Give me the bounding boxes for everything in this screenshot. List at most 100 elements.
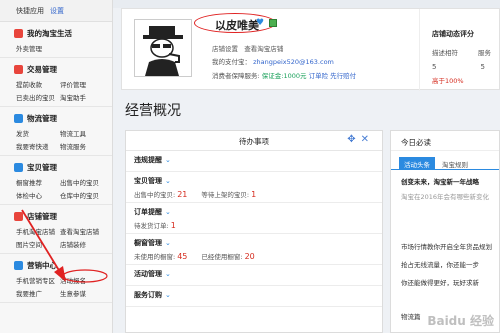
chevron-down-icon[interactable]: ⌄ — [165, 156, 171, 164]
todo-section-title: 宝贝管理 — [134, 177, 162, 185]
sidebar-item[interactable]: 已卖出的宝贝 — [16, 92, 60, 102]
sidebar-section: 营销中心手机营销专区 活动报名 我要推广 生意参谋 — [0, 254, 112, 303]
todo-section-header[interactable]: 订单提醒 ⌄ — [134, 207, 382, 217]
sidebar-item[interactable]: 出售中的宝贝 — [60, 177, 110, 187]
todo-section: 宝贝管理 ⌄ 出售中的宝贝: 21 等待上架的宝贝: 1 — [126, 172, 382, 203]
shop-rating-panel: 店铺动态评分 描述相符 服务 5 5 高于100% — [419, 9, 500, 91]
todo-section-title: 违规提醒 — [134, 156, 162, 164]
todo-section-header[interactable]: 服务订购 ⌄ — [134, 290, 382, 300]
sidebar-item[interactable]: 物流服务 — [60, 141, 110, 151]
sidebar-item[interactable]: 手机淘宝店铺 — [16, 226, 60, 236]
chevron-down-icon[interactable]: ⌄ — [165, 177, 171, 185]
sidebar-item[interactable]: 淘宝助手 — [60, 92, 110, 102]
todo-section: 活动管理 ⌄ — [126, 265, 382, 286]
tab-events[interactable]: 活动头条 — [399, 157, 435, 169]
alipay-row: 我的支付宝： zhangpeix520@163.com — [212, 56, 334, 66]
avatar-image — [143, 26, 183, 76]
sidebar-item[interactable]: 仓库中的宝贝 — [60, 190, 110, 200]
sidebar-item[interactable]: 体检中心 — [16, 190, 60, 200]
sidebar: 快捷应用 设置 我的淘宝生活 外卖管理交易管理提前收款 评价管理 已卖出的宝贝 淘宝助手… — [0, 0, 113, 333]
todo-section-header[interactable]: 橱窗管理 ⌄ — [134, 238, 382, 248]
chevron-down-icon[interactable]: ⌄ — [165, 208, 171, 216]
sidebar-section: 店铺管理手机淘宝店铺 查看淘宝店铺 图片空间 店铺装修 — [0, 205, 112, 254]
knowledge-tabs: 活动头条 淘宝规则 — [391, 151, 499, 170]
section-icon — [14, 163, 23, 172]
sidebar-item[interactable]: 橱窗推荐 — [16, 177, 60, 187]
sidebar-item[interactable]: 提前收款 — [16, 79, 60, 89]
rating-col-service: 服务 — [478, 49, 491, 57]
news-item[interactable]: 创变未来，淘宝新一年战略 — [391, 176, 499, 186]
page-title: 经营概况 — [125, 103, 181, 119]
rating-col-description: 描述相符 — [432, 49, 458, 57]
sidebar-section-header[interactable]: 交易管理 — [14, 64, 112, 75]
todo-section-header[interactable]: 活动管理 ⌄ — [134, 269, 382, 279]
rating-higher-than: 高于100% — [432, 77, 464, 85]
news-item[interactable]: 抢占无线流量，你还能一步 — [391, 259, 499, 269]
chevron-down-icon[interactable]: ⌄ — [165, 239, 171, 247]
section-icon — [14, 114, 23, 123]
move-icon[interactable]: ✥ — [347, 134, 360, 145]
sidebar-item[interactable]: 发货 — [16, 128, 60, 138]
todo-header: 待办事项 ✥✕ — [126, 131, 382, 151]
sidebar-item[interactable]: 评价管理 — [60, 79, 110, 89]
shop-name: 以皮唯美 — [215, 19, 259, 32]
sidebar-item[interactable]: 我要寄快递 — [16, 141, 60, 151]
sidebar-item[interactable]: 查看淘宝店铺 — [60, 226, 110, 236]
close-icon[interactable]: ✕ — [361, 134, 374, 145]
sidebar-section-header[interactable]: 物流管理 — [14, 113, 112, 124]
todo-title: 待办事项 — [239, 137, 269, 146]
view-shop-link[interactable]: 查看淘宝店铺 — [244, 45, 283, 53]
verified-heart-icon: ♥ — [256, 18, 265, 28]
sidebar-item[interactable]: 我要推广 — [16, 288, 60, 298]
todo-stat[interactable]: 待发货订单: 1 — [134, 220, 176, 230]
chevron-down-icon[interactable]: ⌄ — [165, 270, 171, 278]
sidebar-item[interactable]: 活动报名 — [60, 275, 110, 285]
news-item[interactable]: 淘宝在2016年会有哪些新变化 — [391, 191, 499, 201]
todo-stat[interactable]: 出售中的宝贝: 21 — [134, 189, 187, 199]
quick-apps-bar: 快捷应用 设置 — [0, 0, 112, 22]
todo-stat[interactable]: 未使用的橱窗: 45 — [134, 251, 187, 261]
sidebar-section: 我的淘宝生活 外卖管理 — [0, 22, 112, 58]
todo-stat-label: 已经使用橱窗: — [201, 253, 243, 261]
todo-stat-label: 未使用的橱窗: — [134, 253, 176, 261]
todo-section: 违规提醒 ⌄ — [126, 151, 382, 172]
sidebar-section-header[interactable]: 我的淘宝生活 — [14, 28, 112, 39]
todo-stat[interactable]: 已经使用橱窗: 20 — [201, 251, 254, 261]
news-item[interactable]: 你还能做得更好，玩好求新 — [391, 277, 499, 287]
sidebar-section: 交易管理提前收款 评价管理 已卖出的宝贝 淘宝助手 — [0, 58, 112, 107]
rating-title: 店铺动态评分 — [432, 30, 474, 38]
sidebar-section-header[interactable]: 宝贝管理 — [14, 162, 112, 173]
chevron-down-icon[interactable]: ⌄ — [165, 291, 171, 299]
todo-section: 订单提醒 ⌄ 待发货订单: 1 — [126, 203, 382, 234]
sidebar-item[interactable]: 外卖管理 — [16, 43, 60, 53]
shop-settings-link[interactable]: 店铺设置 — [212, 45, 238, 53]
sidebar-item[interactable]: 手机营销专区 — [16, 275, 60, 285]
consumer-protection-row: 消费者保障服务: 保证金:1000元 订单险 先行赔付 — [212, 70, 356, 80]
news-item[interactable]: 市场行情教你开启全年货品规划 — [391, 241, 499, 251]
section-icon — [14, 65, 23, 74]
quick-apps-label: 快捷应用 — [16, 6, 44, 15]
sidebar-section-title: 宝贝管理 — [27, 163, 57, 172]
todo-stat-value: 1 — [251, 190, 257, 199]
todo-section-header[interactable]: 违规提醒 ⌄ — [134, 155, 382, 165]
order-insurance-link[interactable]: 订单险 — [309, 72, 329, 80]
todo-stat[interactable]: 等待上架的宝贝: 1 — [201, 189, 256, 199]
section-icon — [14, 212, 23, 221]
todo-stat-value: 20 — [244, 252, 255, 261]
tab-rules[interactable]: 淘宝规则 — [437, 157, 473, 169]
sidebar-item[interactable]: 生意参谋 — [60, 288, 110, 298]
shop-avatar — [134, 19, 192, 77]
sidebar-section: 宝贝管理橱窗推荐 出售中的宝贝 体检中心 仓库中的宝贝 — [0, 156, 112, 205]
sidebar-section-header[interactable]: 营销中心 — [14, 260, 112, 271]
todo-section-header[interactable]: 宝贝管理 ⌄ — [134, 176, 382, 186]
sidebar-section-header[interactable]: 店铺管理 — [14, 211, 112, 222]
quick-apps-settings-link[interactable]: 设置 — [50, 6, 64, 16]
alipay-account-link[interactable]: zhangpeix520@163.com — [253, 58, 334, 66]
sidebar-item[interactable]: 物流工具 — [60, 128, 110, 138]
advance-pay-link[interactable]: 先行赔付 — [330, 72, 356, 80]
sidebar-item[interactable]: 图片空间 — [16, 239, 60, 249]
sidebar-item[interactable]: 店铺装修 — [60, 239, 110, 249]
deposit-value[interactable]: 保证金:1000元 — [262, 72, 307, 80]
sidebar-section: 物流管理发货 物流工具 我要寄快递 物流服务 — [0, 107, 112, 156]
todo-panel: 待办事项 ✥✕ 违规提醒 ⌄ 宝贝管理 ⌄ 出售中的宝贝: 21 等待上架的宝贝: 1 订单提醒… — [125, 130, 383, 333]
